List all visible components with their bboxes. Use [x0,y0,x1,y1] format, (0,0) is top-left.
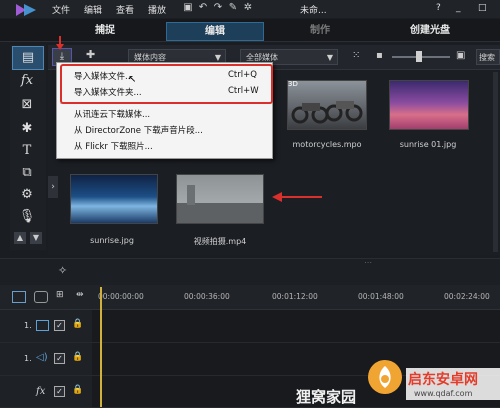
track-enable-checkbox[interactable]: ✓ [54,353,65,364]
particle-room-icon[interactable]: ✱ [12,118,42,140]
library-scrollbar[interactable] [493,72,498,252]
magic-tool-icon[interactable]: ✧ [58,264,67,277]
project-name: 未命... [300,6,327,16]
menu-item-download-flickr[interactable]: 从 Flickr 下载照片... [74,140,153,152]
redo-icon[interactable]: ↷ [212,2,224,14]
watermark-site-name: 启东安卓网 [408,372,478,388]
media-caption: 视频拍摄.mp4 [193,237,247,246]
track-number: 1. [24,354,32,363]
media-thumbnail[interactable] [176,174,264,224]
search-label: 搜索 [479,53,495,62]
track-enable-checkbox[interactable]: ✓ [54,320,65,331]
fx-track-label: fx [36,386,46,397]
help-button[interactable]: ? [436,3,441,13]
save-icon[interactable]: ▣ [182,2,194,14]
thumbnail-large-icon[interactable]: ▣ [456,50,465,61]
grid-view-icon[interactable]: ⁙ [352,50,360,61]
timecode-label: 00:00:36:00 [184,292,230,301]
voiceover-icon[interactable]: 🎙 [12,206,42,228]
tab-capture[interactable]: 捕捉 [60,22,150,39]
minimize-button[interactable]: _ [456,3,461,13]
scroll-up-icon[interactable]: ▲ [14,232,26,244]
annotation-arrow-icon [56,36,64,53]
menu-edit[interactable]: 编辑 [84,3,102,16]
timeline-playhead[interactable] [100,287,102,407]
fit-timeline-icon[interactable]: ⇹ [76,290,84,300]
tab-edit[interactable]: 编辑 [166,22,264,41]
track-manager-icon[interactable]: ⊞ [56,290,64,300]
timecode-label: 00:00:00:00 [98,292,144,301]
settings-icon[interactable]: ✲ [242,2,254,14]
menu-file[interactable]: 文件 [52,3,70,16]
chevron-down-icon: ▼ [326,53,333,62]
app-logo-icon [14,2,38,18]
audio-track-icon: ◁) [36,352,48,363]
thumbnail-small-icon[interactable]: ▪ [376,50,383,61]
tab-create-disc[interactable]: 创建光盘 [380,22,480,39]
lock-icon[interactable]: 🔒 [72,319,83,329]
media-caption: sunrise.jpg [90,236,134,245]
video-track-icon [36,320,49,331]
track-view-icon[interactable] [12,291,26,303]
track-number: 1. [24,321,32,330]
fx-room-icon[interactable]: fx [12,70,42,92]
media-content-label: 媒体内容 [134,53,166,62]
edit-icon[interactable]: ✎ [227,2,239,14]
menu-item-download-cloud[interactable]: 从讯连云下载媒体... [74,108,150,120]
media-thumbnail[interactable] [70,174,158,224]
lock-icon[interactable]: 🔒 [72,352,83,362]
undo-icon[interactable]: ↶ [197,2,209,14]
lock-icon[interactable]: 🔒 [72,385,83,395]
plugin-icon[interactable]: ✚ [86,48,95,61]
annotation-arrow-icon [270,190,324,207]
mouse-cursor-icon: ↖ [128,74,137,85]
slider-handle[interactable] [416,51,422,62]
media-caption: motorcycles.mpo [292,140,362,149]
media-caption: sunrise 01.jpg [399,140,457,149]
track-enable-checkbox[interactable]: ✓ [54,386,65,397]
title-room-icon[interactable]: T [12,140,42,162]
expand-panel-icon[interactable]: › [48,176,58,198]
media-room-icon[interactable]: ▤ [12,46,44,70]
quick-access-toolbar: ▣ ↶ ↷ ✎ ✲ [182,2,257,14]
storyboard-view-icon[interactable] [34,291,48,303]
highlight-box [60,64,273,104]
tab-produce[interactable]: 制作 [280,22,360,39]
menu-item-download-directorzone[interactable]: 从 DirectorZone 下载声音片段... [74,124,203,136]
watermark-text: 狸窝家园 [296,388,357,406]
watermark-url: www.qdaf.com [414,389,473,398]
search-field[interactable]: 搜索 [476,49,500,65]
menu-play[interactable]: 播放 [148,3,166,16]
scroll-down-icon[interactable]: ▼ [30,232,42,244]
watermark-logo-icon [368,360,402,394]
pip-room-icon[interactable]: ⊠ [12,94,42,116]
timecode-label: 00:02:24:00 [444,292,490,301]
timeline-ruler[interactable] [0,285,500,310]
timecode-label: 00:01:12:00 [272,292,318,301]
media-type-label: 全部媒体 [246,53,278,62]
timeline-toolbar [0,258,500,285]
transition-room-icon[interactable]: ⧉ [12,162,42,184]
resize-handle-icon[interactable]: ⋯ [364,258,372,267]
timecode-label: 00:01:48:00 [358,292,404,301]
audio-mix-icon[interactable]: ⚙ [12,184,42,206]
maximize-button[interactable]: □ [478,3,487,13]
menu-view[interactable]: 查看 [116,3,134,16]
